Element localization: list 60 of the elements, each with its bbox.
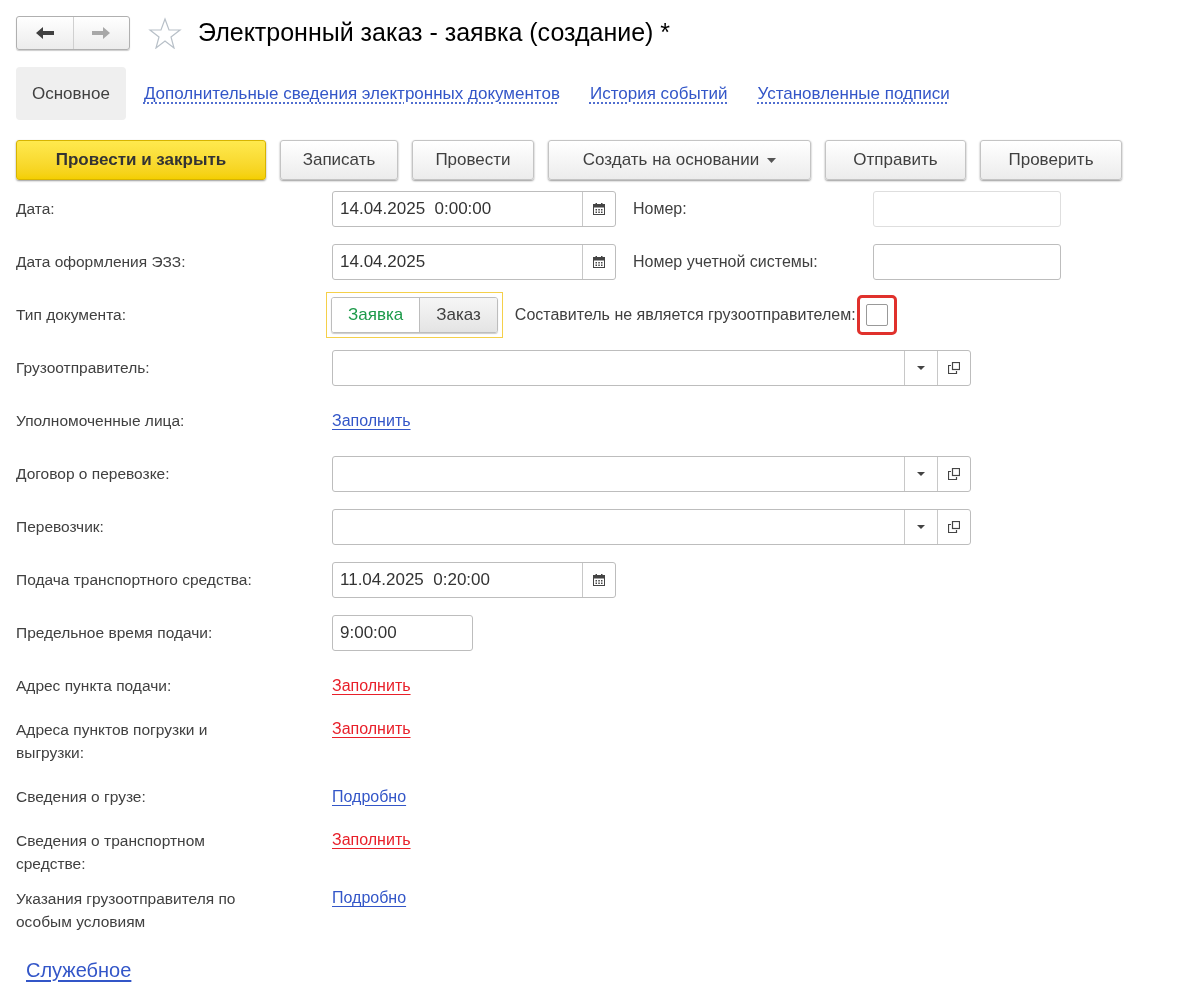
- toolbar-button[interactable]: Провести: [412, 140, 534, 180]
- window-title: Электронный заказ - заявка (создание) *: [198, 17, 671, 49]
- caret-icon: [767, 157, 777, 163]
- toolbar-button[interactable]: Проверить: [980, 140, 1122, 180]
- open-window-icon: [948, 467, 960, 480]
- caret-icon: [917, 524, 925, 529]
- fill-link[interactable]: Заполнить: [332, 673, 411, 698]
- open-window-icon: [948, 361, 960, 374]
- field-label: Номер учетной системы:: [633, 251, 819, 272]
- time-field[interactable]: 9:00:00: [332, 614, 473, 651]
- field-label: Уполномоченные лица:: [16, 411, 186, 431]
- post-and-close-button[interactable]: Провести и закрыть: [16, 140, 266, 180]
- field-label: Адреса пунктов погрузки и выгрузки:: [16, 720, 209, 763]
- text-field[interactable]: [873, 243, 1061, 280]
- field-label: Подача транспортного средства:: [16, 570, 253, 590]
- date-field[interactable]: 14.04.2025 0:00:00: [332, 190, 616, 227]
- field-label: Тип документа:: [16, 305, 128, 325]
- field-label: Предельное время подачи:: [16, 623, 214, 643]
- star-icon: [148, 17, 182, 49]
- toolbar-button[interactable]: Создать на основании: [548, 140, 811, 180]
- select-field[interactable]: [332, 349, 971, 386]
- field-label: Номер:: [633, 198, 688, 219]
- field-label: Адрес пункта подачи:: [16, 676, 173, 696]
- field-label: Указания грузоотправителя по особым условиям: [16, 889, 237, 932]
- segment-option[interactable]: Заявка: [332, 297, 420, 332]
- caret-icon: [917, 471, 925, 476]
- toolbar-button[interactable]: Записать: [280, 140, 398, 180]
- fill-link[interactable]: Подробно: [332, 886, 407, 910]
- field-label: Сведения о грузе:: [16, 787, 147, 807]
- calendar-icon: [593, 573, 605, 586]
- field-label: Договор о перевозке:: [16, 464, 171, 484]
- tab[interactable]: История событий: [589, 80, 728, 107]
- checkbox[interactable]: [856, 294, 897, 335]
- open-window-icon: [948, 520, 960, 533]
- back-arrow-icon: [34, 26, 55, 40]
- field-label: Сведения о транспортном средстве:: [16, 831, 206, 874]
- segment-option[interactable]: Заказ: [419, 297, 497, 332]
- field-label: Перевозчик:: [16, 517, 105, 537]
- fill-link[interactable]: Заполнить: [332, 408, 411, 433]
- service-link[interactable]: Служебное: [26, 955, 132, 985]
- field-label: Дата оформления ЭЗЗ:: [16, 252, 187, 272]
- field-label: Дата:: [16, 199, 56, 219]
- calendar-icon: [593, 202, 605, 215]
- tab[interactable]: Дополнительные сведения электронных документов: [143, 80, 560, 107]
- favorite-star-button[interactable]: [148, 17, 182, 49]
- date-field[interactable]: 11.04.2025 0:20:00: [332, 561, 616, 598]
- field-label: Составитель не является грузоотправителем:: [514, 304, 856, 325]
- field-label: Грузоотправитель:: [16, 358, 151, 378]
- fill-link[interactable]: Заполнить: [332, 717, 411, 741]
- forward-arrow-icon: [91, 26, 112, 40]
- tab[interactable]: Установленные подписи: [757, 80, 950, 107]
- calendar-icon: [593, 255, 605, 268]
- fill-link[interactable]: Подробно: [332, 784, 407, 809]
- tab[interactable]: Основное: [16, 67, 126, 120]
- fill-link[interactable]: Заполнить: [332, 828, 411, 852]
- select-field[interactable]: [332, 508, 971, 545]
- caret-icon: [917, 365, 925, 370]
- select-field[interactable]: [332, 455, 971, 492]
- date-field[interactable]: 14.04.2025: [332, 243, 616, 280]
- toolbar-button[interactable]: Отправить: [825, 140, 966, 180]
